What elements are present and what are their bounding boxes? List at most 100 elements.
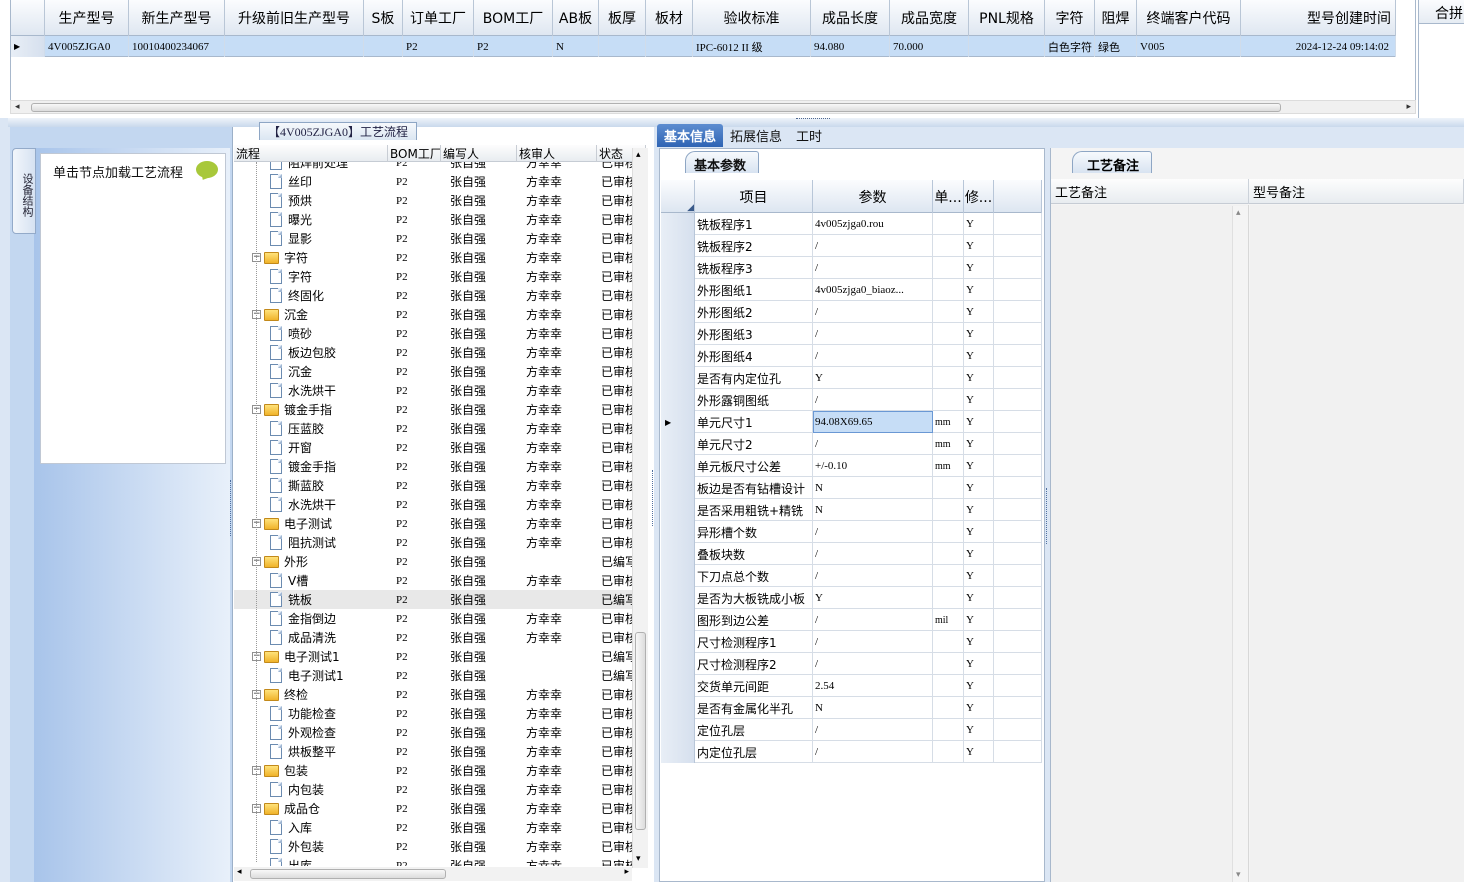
- column-header[interactable]: 参数: [813, 180, 933, 213]
- tree-node[interactable]: 终固化 P2 张自强 方幸幸 已审核: [234, 286, 646, 305]
- row-indicator[interactable]: [661, 433, 695, 455]
- column-header[interactable]: 单...: [933, 180, 964, 213]
- tree-node[interactable]: − 终检 P2 张自强 方幸幸 已审核: [234, 685, 646, 704]
- tree-node[interactable]: 喷砂 P2 张自强 方幸幸 已审核: [234, 324, 646, 343]
- grid-cell[interactable]: V005: [1137, 36, 1241, 57]
- param-modify-flag[interactable]: Y: [964, 521, 994, 543]
- param-row[interactable]: 叠板块数 / Y: [661, 543, 1042, 565]
- row-indicator[interactable]: [661, 675, 695, 697]
- tree-node[interactable]: − 字符 P2 张自强 方幸幸 已审核: [234, 248, 646, 267]
- tree-node[interactable]: 压蓝胶 P2 张自强 方幸幸 已审核: [234, 419, 646, 438]
- row-indicator[interactable]: [661, 521, 695, 543]
- tree-node[interactable]: 板边包胶 P2 张自强 方幸幸 已审核: [234, 343, 646, 362]
- param-value-input[interactable]: Y: [813, 587, 933, 609]
- tree-node[interactable]: 铣板 P2 张自强 已编写: [234, 590, 646, 609]
- param-value-input[interactable]: /: [813, 235, 933, 257]
- param-row[interactable]: 外形图纸3/ Y: [661, 323, 1042, 345]
- scroll-down-icon[interactable]: ▾: [636, 854, 641, 864]
- column-header[interactable]: 核审人: [517, 145, 597, 162]
- param-modify-flag[interactable]: Y: [964, 433, 994, 455]
- param-modify-flag[interactable]: Y: [964, 411, 994, 433]
- tree-node[interactable]: 阻抗测试 P2 张自强 方幸幸 已审核: [234, 533, 646, 552]
- model-grid[interactable]: 生产型号 新生产型号 升级前旧生产型号 S板 订单工厂 BOM工厂 AB板 板厚 板材 验收标准成…: [10, 0, 1416, 100]
- param-row[interactable]: 定位孔层 / Y: [661, 719, 1042, 741]
- grid-cell[interactable]: [599, 36, 646, 57]
- row-indicator[interactable]: [661, 257, 695, 279]
- row-indicator[interactable]: [661, 279, 695, 301]
- tree-node[interactable]: 阻焊前处理 P2 张自强 方幸幸 已审核: [234, 162, 646, 172]
- param-modify-flag[interactable]: Y: [964, 675, 994, 697]
- param-value-input[interactable]: Y: [813, 367, 933, 389]
- row-indicator[interactable]: [661, 543, 695, 565]
- row-indicator[interactable]: [661, 697, 695, 719]
- process-notes-field[interactable]: [1051, 205, 1249, 882]
- param-row[interactable]: 板边是否有钻槽设计 N Y: [661, 477, 1042, 499]
- column-header[interactable]: PNL规格: [969, 0, 1045, 36]
- param-value-input[interactable]: /: [813, 543, 933, 565]
- tree-node[interactable]: 曝光 P2 张自强 方幸幸 已审核: [234, 210, 646, 229]
- param-value-input[interactable]: 2.54: [813, 675, 933, 697]
- param-row[interactable]: 是否为大板铣成小板 Y Y: [661, 587, 1042, 609]
- tree-node[interactable]: 预烘 P2 张自强 方幸幸 已审核: [234, 191, 646, 210]
- tree-node[interactable]: 内包装 P2 张自强 方幸幸 已审核: [234, 780, 646, 799]
- param-row[interactable]: 尺寸检测程序2/ Y: [661, 653, 1042, 675]
- param-value-input[interactable]: /: [813, 345, 933, 367]
- row-indicator[interactable]: [661, 345, 695, 367]
- param-value-input[interactable]: /: [813, 301, 933, 323]
- column-header[interactable]: 成品长度: [811, 0, 890, 36]
- tab-work-hours[interactable]: 工时: [789, 124, 829, 147]
- param-value-input[interactable]: /: [813, 741, 933, 763]
- param-modify-flag[interactable]: Y: [964, 719, 994, 741]
- param-value-input[interactable]: /: [813, 323, 933, 345]
- row-indicator[interactable]: [661, 741, 695, 763]
- tree-node[interactable]: 显影 P2 张自强 方幸幸 已审核: [234, 229, 646, 248]
- tree-node[interactable]: 水洗烘干 P2 张自强 方幸幸 已审核: [234, 495, 646, 514]
- param-row[interactable]: 铣板程序2/ Y: [661, 235, 1042, 257]
- param-value-input[interactable]: 4v005zjga0_biaoz...: [813, 279, 933, 301]
- tree-node[interactable]: 沉金 P2 张自强 方幸幸 已审核: [234, 362, 646, 381]
- param-value-input[interactable]: 4v005zjga0.rou: [813, 213, 933, 235]
- tree-node[interactable]: − 成品仓 P2 张自强 方幸幸 已审核: [234, 799, 646, 818]
- column-header[interactable]: 成品宽度: [890, 0, 969, 36]
- row-indicator[interactable]: [661, 455, 695, 477]
- param-row[interactable]: 外形图纸4/ Y: [661, 345, 1042, 367]
- model-notes-field[interactable]: [1250, 205, 1464, 882]
- scroll-left-icon[interactable]: ◂: [15, 102, 20, 112]
- param-modify-flag[interactable]: Y: [964, 455, 994, 477]
- process-flow-hscrollbar[interactable]: ◂ ▸: [234, 867, 632, 881]
- param-value-input[interactable]: /: [813, 389, 933, 411]
- tree-node[interactable]: 金指倒边 P2 张自强 方幸幸 已审核: [234, 609, 646, 628]
- row-indicator[interactable]: [661, 323, 695, 345]
- param-modify-flag[interactable]: Y: [964, 279, 994, 301]
- param-modify-flag[interactable]: Y: [964, 345, 994, 367]
- param-modify-flag[interactable]: Y: [964, 587, 994, 609]
- column-header[interactable]: 验收标准: [693, 0, 811, 36]
- row-indicator[interactable]: ▶: [11, 36, 45, 57]
- tree-node[interactable]: 水洗烘干 P2 张自强 方幸幸 已审核: [234, 381, 646, 400]
- tab-basic-info[interactable]: 基本信息: [657, 124, 724, 147]
- scroll-left-icon[interactable]: ◂: [237, 867, 242, 877]
- grid-cell[interactable]: [225, 36, 364, 57]
- param-row[interactable]: 单元尺寸2/mm Y: [661, 433, 1042, 455]
- column-header[interactable]: S板: [364, 0, 403, 36]
- row-indicator[interactable]: [661, 301, 695, 323]
- tab-process-notes[interactable]: 工艺备注: [1072, 151, 1152, 174]
- param-modify-flag[interactable]: Y: [964, 213, 994, 235]
- param-row[interactable]: 外形图纸1 4v005zjga0_biaoz... Y: [661, 279, 1042, 301]
- tree-node[interactable]: 功能检查 P2 张自强 方幸幸 已审核: [234, 704, 646, 723]
- param-value-input[interactable]: +/-0.10: [813, 455, 933, 477]
- param-modify-flag[interactable]: Y: [964, 323, 994, 345]
- param-value-input[interactable]: /: [813, 433, 933, 455]
- tree-node[interactable]: 撕蓝胶 P2 张自强 方幸幸 已审核: [234, 476, 646, 495]
- param-row[interactable]: 交货单元间距 2.54 Y: [661, 675, 1042, 697]
- row-indicator[interactable]: [661, 367, 695, 389]
- column-header[interactable]: 订单工厂: [403, 0, 474, 36]
- row-indicator[interactable]: [661, 719, 695, 741]
- tree-node[interactable]: 出库 P2 张自强 方幸幸 已审核: [234, 856, 646, 866]
- scroll-right-icon[interactable]: ▸: [1406, 102, 1411, 112]
- scrollbar-thumb[interactable]: [31, 103, 1281, 112]
- param-value-input[interactable]: /: [813, 609, 933, 631]
- grid-cell[interactable]: N: [553, 36, 599, 57]
- param-row[interactable]: 是否有内定位孔 Y Y: [661, 367, 1042, 389]
- tree-node[interactable]: − 沉金 P2 张自强 方幸幸 已审核: [234, 305, 646, 324]
